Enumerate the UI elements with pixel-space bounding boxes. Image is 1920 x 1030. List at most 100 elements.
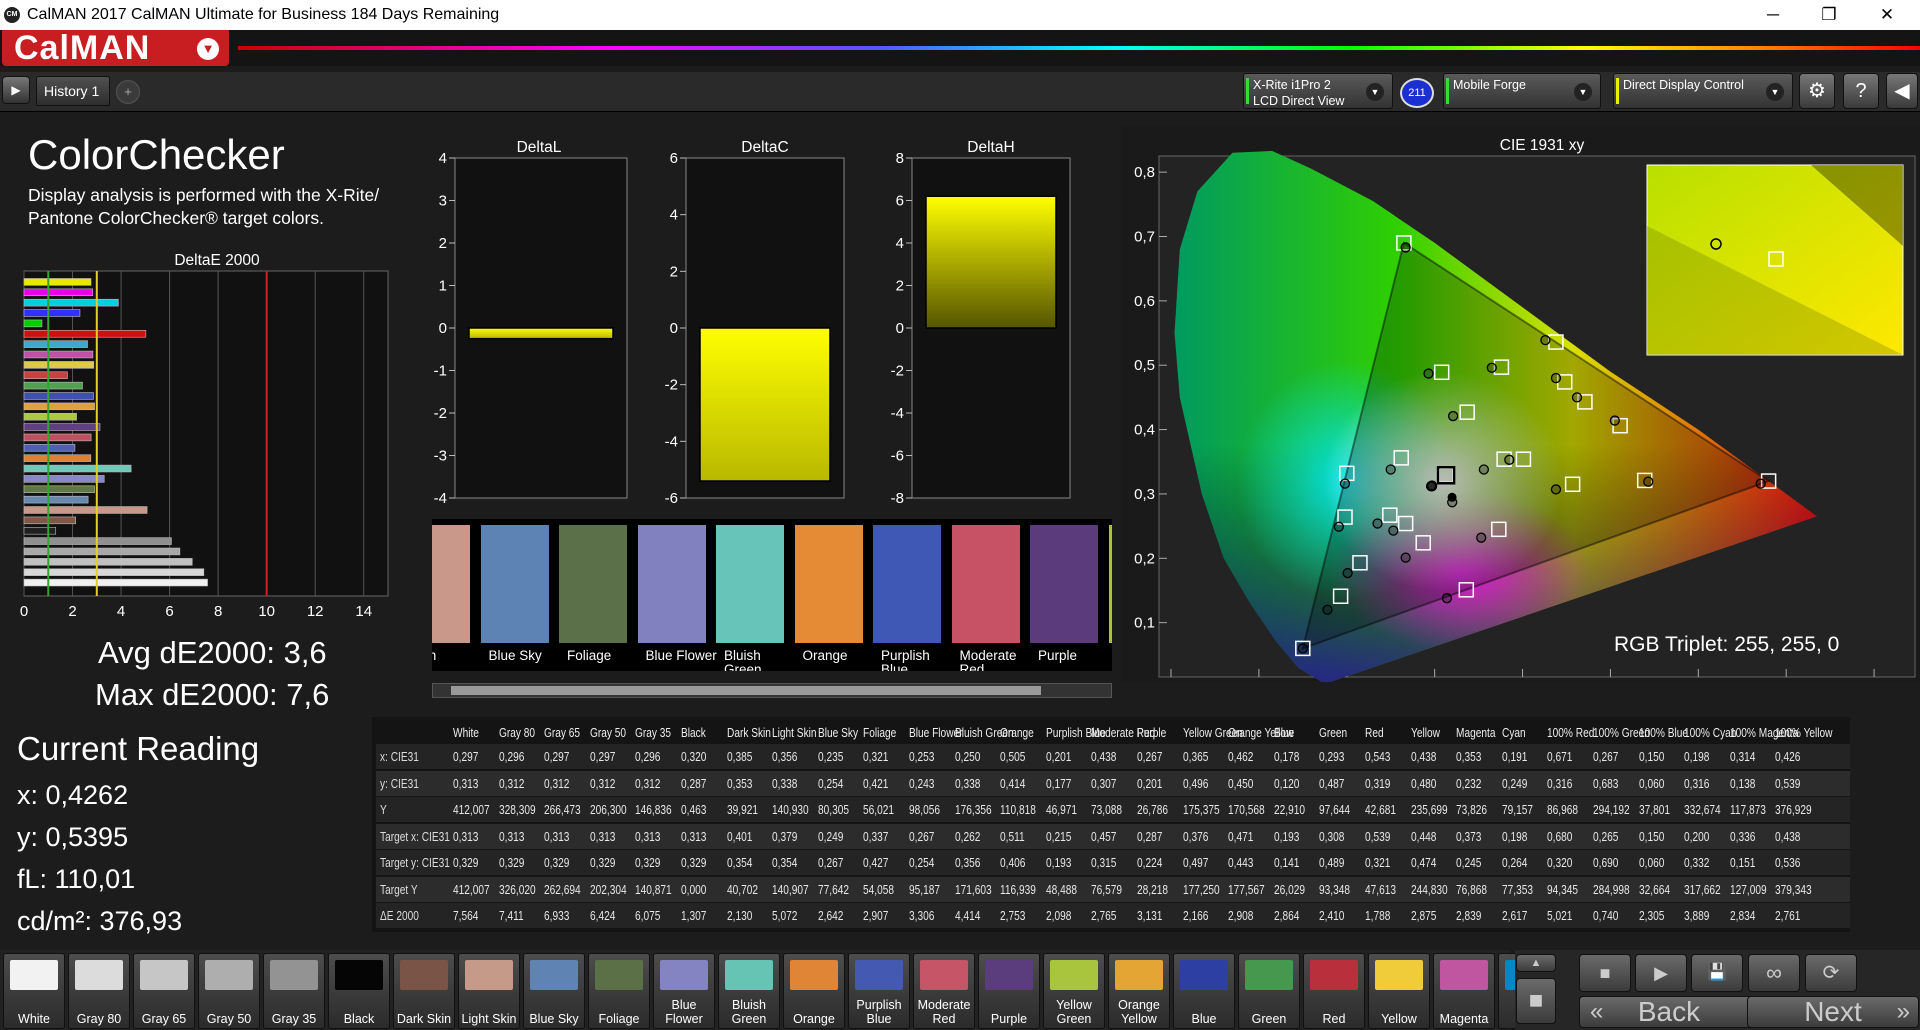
next-button[interactable]: Next » — [1747, 996, 1919, 1028]
chevron-up-icon[interactable]: ▲ — [1516, 954, 1556, 972]
delta-bar — [925, 195, 1057, 329]
patch-button[interactable]: Gray 65 — [133, 953, 195, 1029]
table-cell: 2,617 — [1501, 908, 1528, 923]
gear-icon[interactable]: ⚙ — [1799, 73, 1835, 109]
deltal-chart-title: DeltaL — [517, 139, 562, 156]
table-cell: 93,348 — [1319, 881, 1351, 897]
loop-icon[interactable]: ∞ — [1748, 954, 1800, 992]
patch-strip-scrollbar[interactable] — [432, 683, 1112, 698]
deltae-bar — [23, 526, 57, 535]
stop-icon[interactable]: ■ — [1516, 978, 1556, 1024]
play-icon[interactable]: ▶ — [2, 76, 30, 104]
cie-measured-point — [1388, 525, 1399, 536]
patch-button[interactable]: Magenta — [1433, 953, 1495, 1029]
table-cell: 294,192 — [1593, 802, 1630, 817]
patch-button[interactable]: White — [3, 953, 65, 1029]
table-cell: 86,968 — [1547, 802, 1579, 817]
stop-measure-button[interactable]: ■ — [1579, 954, 1631, 992]
table-cell: 0,539 — [1775, 775, 1801, 791]
cie-measured-point — [1478, 464, 1490, 475]
minimize-button[interactable]: ─ — [1750, 0, 1796, 30]
patch-button[interactable]: Yellow Green — [1043, 953, 1105, 1029]
patch-button[interactable]: Orange — [783, 953, 845, 1029]
table-cell: 0,060 — [1638, 855, 1664, 870]
reading-y: y: 0,5395 — [17, 822, 129, 852]
add-tab-button[interactable]: + — [116, 80, 140, 104]
patch-swatch — [985, 960, 1033, 990]
patch-button[interactable]: Yellow — [1368, 953, 1430, 1029]
table-cell: 2,305 — [1638, 908, 1664, 923]
patch-button[interactable]: Red — [1303, 953, 1365, 1029]
strip-patch-label: Skin — [432, 648, 437, 663]
patch-button[interactable]: Gray 35 — [263, 953, 325, 1029]
table-cell: 170,568 — [1228, 802, 1265, 817]
table-cell: 40,702 — [726, 881, 758, 897]
rgb-triplet: RGB Triplet: 255, 255, 0 — [1614, 633, 1840, 656]
patch-button[interactable]: Blue Sky — [523, 953, 585, 1029]
patch-button[interactable]: Light Skin — [458, 953, 520, 1029]
patch-button[interactable]: Moderate Red — [913, 953, 975, 1029]
patch-swatch — [660, 960, 708, 990]
help-icon[interactable]: ? — [1843, 73, 1879, 109]
patch-button[interactable]: Purple — [978, 953, 1040, 1029]
table-column-header: Black — [681, 725, 706, 740]
patch-button[interactable]: Orange Yellow — [1108, 953, 1170, 1029]
deltae-bar — [23, 412, 77, 421]
deltae-bar — [23, 371, 68, 379]
patch-button-label: Yellow Green — [1056, 998, 1092, 1026]
save-icon[interactable]: 💾 — [1691, 954, 1743, 992]
y-tick-label: 0 — [896, 320, 904, 337]
deltae-x-tick: 2 — [68, 603, 76, 620]
patch-button[interactable]: Green — [1238, 953, 1300, 1029]
table-cell: 0,450 — [1228, 775, 1254, 791]
patch-button-label: Purple — [990, 1012, 1028, 1026]
deltae-chart-title: DeltaE 2000 — [174, 252, 260, 269]
patch-button[interactable]: Gray 80 — [68, 953, 130, 1029]
cie-measured-point — [1400, 242, 1411, 253]
patch-button[interactable]: Purplish Blue — [848, 953, 910, 1029]
play-measure-button[interactable]: ▶ — [1635, 954, 1687, 992]
table-cell: 0,308 — [1319, 828, 1345, 844]
table-cell: 412,007 — [453, 881, 490, 897]
table-cell: 0,312 — [544, 775, 570, 791]
tab-history-1[interactable]: History 1 — [36, 76, 110, 106]
strip-patch — [637, 525, 706, 643]
table-cell: 177,567 — [1228, 881, 1265, 897]
patch-button[interactable]: Blue Flower — [653, 953, 715, 1029]
patch-button[interactable]: Black — [328, 953, 390, 1029]
table-cell: 328,309 — [498, 802, 536, 817]
table-column-header: Magenta — [1456, 725, 1496, 740]
strip-patch-label: Bluish Green — [724, 648, 762, 672]
y-tick-label: 4 — [670, 207, 678, 224]
table-cell: 0,463 — [681, 802, 707, 817]
table-column-header: 100% Red — [1547, 725, 1595, 740]
deltae-bar — [23, 516, 76, 525]
patch-swatch — [1440, 960, 1488, 990]
table-cell: 0,293 — [1319, 749, 1345, 764]
patch-button[interactable]: Gray 50 — [198, 953, 260, 1029]
deltae-bar — [23, 298, 119, 307]
patch-button[interactable]: Bluish Green — [718, 953, 780, 1029]
back-button[interactable]: « Back — [1579, 996, 1759, 1028]
cie-y-tick: 0,6 — [1134, 293, 1155, 310]
refresh-icon[interactable]: ⟳ — [1805, 954, 1857, 992]
patch-button[interactable]: Blue — [1173, 953, 1235, 1029]
patch-button[interactable]: Dark Skin — [393, 953, 455, 1029]
strip-patch-label: Purple — [1038, 648, 1078, 663]
deltae-bar — [23, 350, 94, 359]
scrollbar-thumb[interactable] — [451, 686, 1041, 695]
calman-logo-menu[interactable]: CalMAN ▼ — [2, 30, 229, 66]
restore-button[interactable]: ❐ — [1806, 0, 1852, 30]
table-cell: 0,329 — [681, 855, 707, 870]
y-tick-label: -3 — [434, 448, 447, 465]
meter-selector[interactable]: X-Rite i1Pro 2 LCD Direct View ▼ — [1243, 73, 1393, 109]
table-cell: 54,058 — [863, 881, 895, 897]
table-cell: 0,462 — [1228, 749, 1254, 764]
collapse-icon[interactable]: ◀ — [1886, 73, 1918, 109]
display-control-selector[interactable]: Direct Display Control ▼ — [1613, 73, 1793, 109]
table-cell: 0,414 — [1000, 775, 1026, 791]
source-selector[interactable]: Mobile Forge ▼ — [1443, 73, 1601, 109]
table-row-label: Target Y — [380, 881, 418, 897]
patch-button[interactable]: Foliage — [588, 953, 650, 1029]
close-button[interactable]: ✕ — [1864, 0, 1910, 30]
